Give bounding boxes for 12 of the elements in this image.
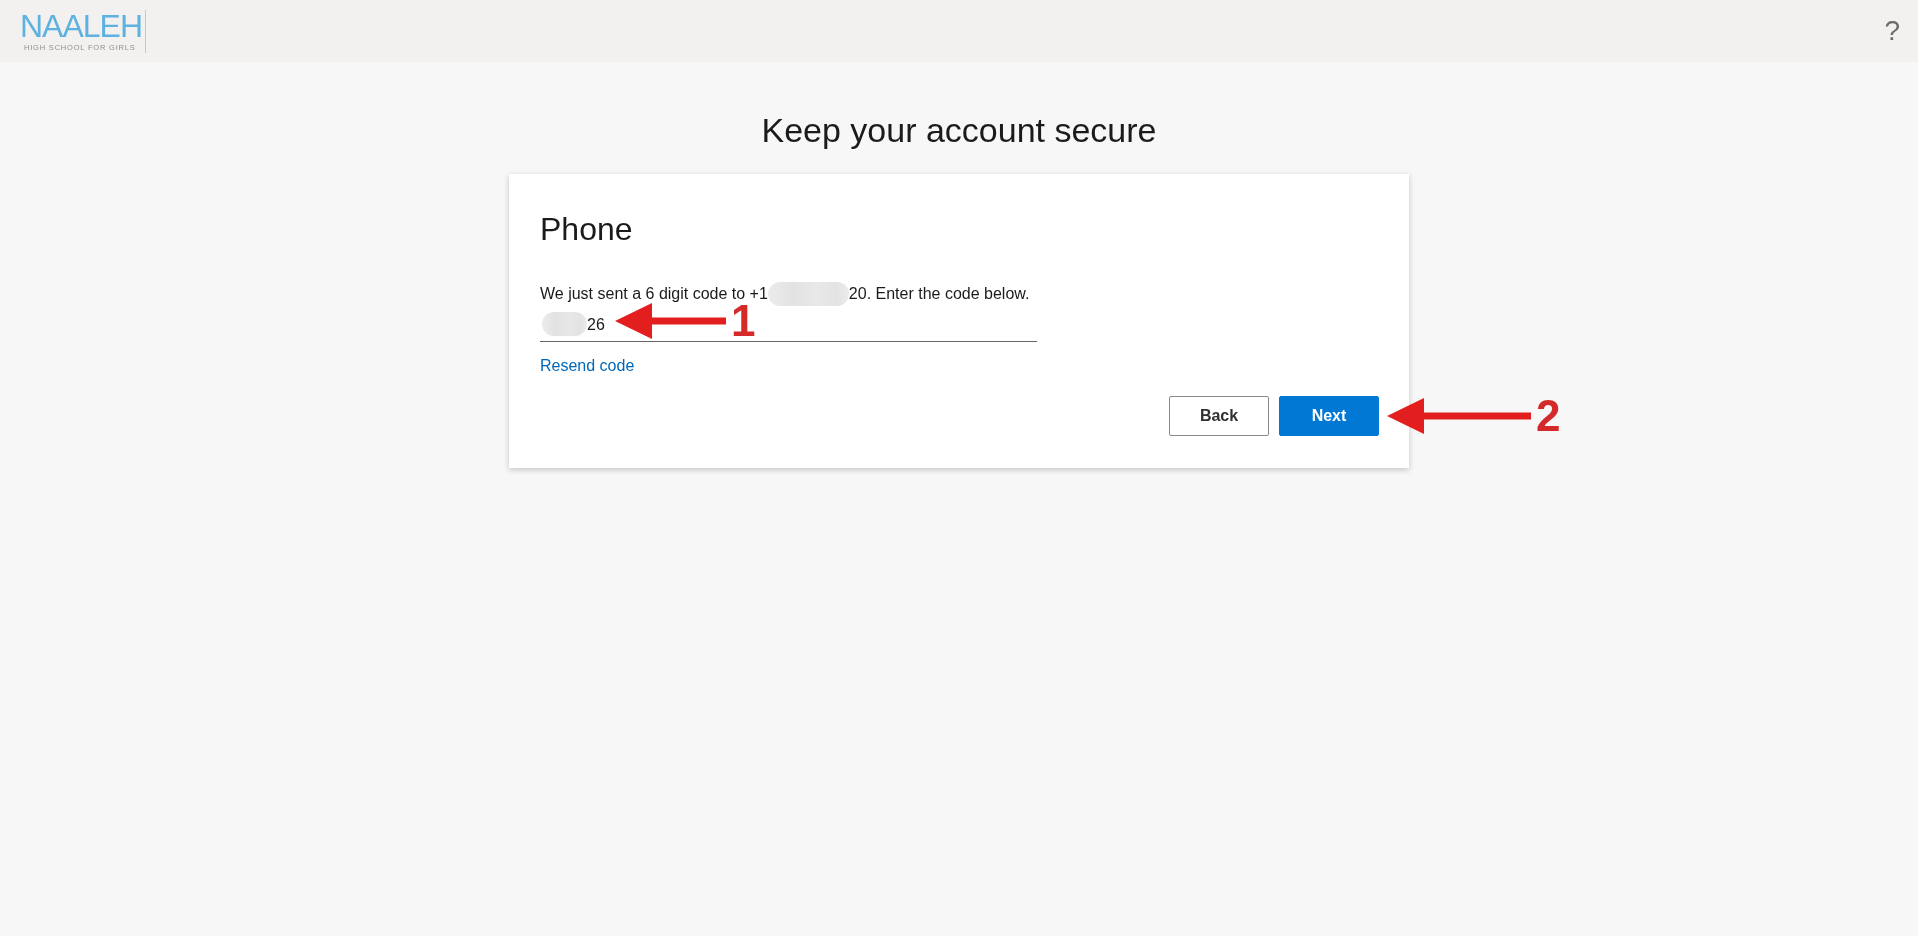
annotation-number: 1 — [731, 303, 756, 339]
help-button[interactable]: ? — [1884, 16, 1900, 46]
message-text: 20. Enter the code below. — [848, 284, 1030, 304]
card-heading: Phone — [540, 210, 633, 249]
logo-wordmark: NAALEH — [20, 10, 143, 43]
resend-code-link[interactable]: Resend code — [540, 356, 635, 376]
page-title: Keep your account secure — [761, 110, 1157, 150]
back-button[interactable]: Back — [1169, 396, 1269, 436]
annotation-number: 2 — [1536, 398, 1561, 434]
code-input-field[interactable]: 26 — [540, 309, 615, 341]
message-text: We just sent a 6 digit code to +1 — [540, 284, 768, 304]
next-button[interactable]: Next — [1279, 396, 1379, 436]
